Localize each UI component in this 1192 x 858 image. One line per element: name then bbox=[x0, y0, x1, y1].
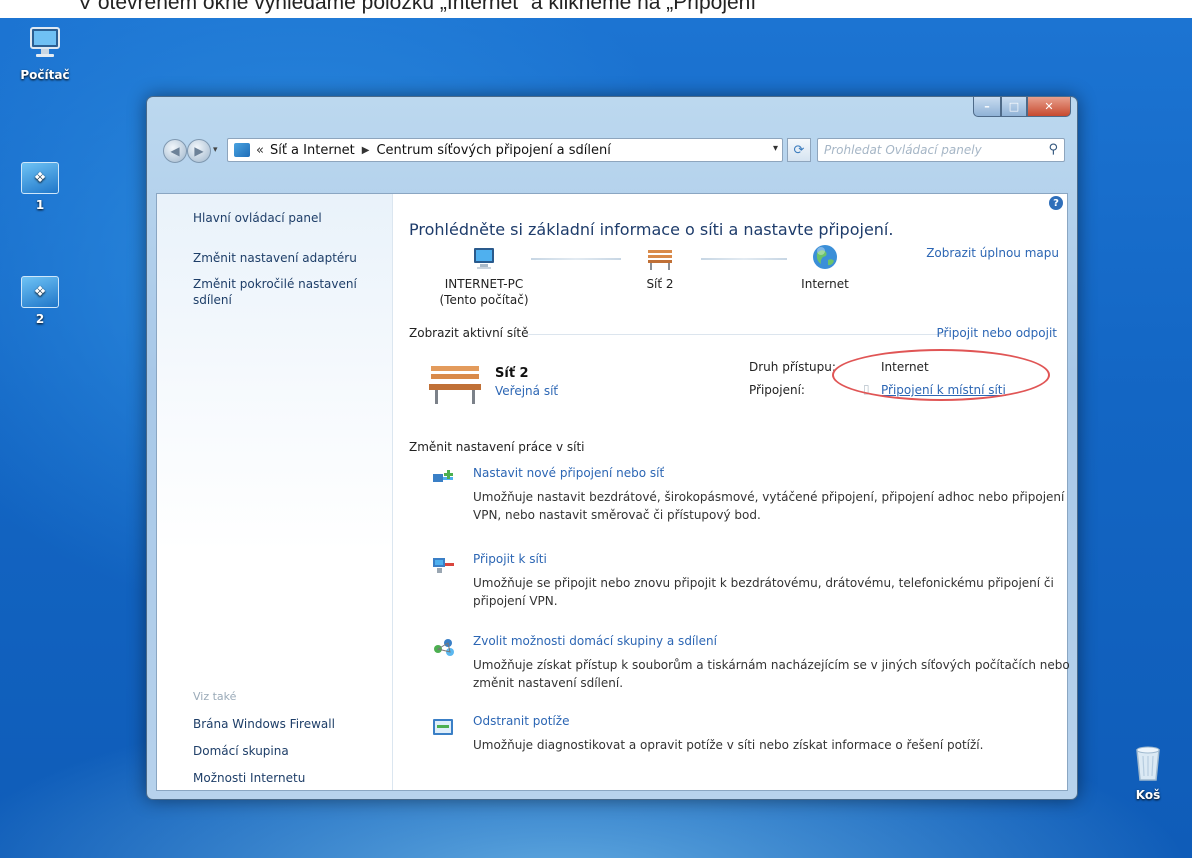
task-description: Umožňuje se připojit nebo znovu připojit… bbox=[473, 576, 1054, 608]
desktop-icon-label: Koš bbox=[1135, 788, 1161, 802]
desktop-icon-1[interactable]: ❖ 1 bbox=[5, 162, 75, 212]
help-icon[interactable]: ? bbox=[1049, 196, 1063, 210]
desktop-icon-computer[interactable]: Počítač bbox=[10, 24, 80, 82]
sidebar-link-advanced-sharing[interactable]: Změnit pokročilé nastavení sdílení bbox=[193, 276, 373, 308]
network-name: Síť 2 bbox=[646, 277, 674, 291]
computer-subtitle: (Tento počítač) bbox=[439, 293, 529, 307]
control-panel-icon bbox=[234, 143, 250, 157]
active-networks-label: Zobrazit aktivní sítě bbox=[409, 326, 529, 340]
desktop-icon-recycle-bin[interactable]: Koš bbox=[1113, 744, 1183, 802]
network-type-link[interactable]: Veřejná síť bbox=[495, 384, 558, 398]
sidebar-link-firewall[interactable]: Brána Windows Firewall bbox=[193, 716, 335, 732]
task-title[interactable]: Nastavit nové připojení nebo síť bbox=[473, 466, 664, 480]
task-title[interactable]: Zvolit možnosti domácí skupiny a sdílení bbox=[473, 634, 717, 648]
breadcrumb-separator-icon[interactable]: ▶ bbox=[362, 145, 370, 156]
sidebar-link-adapter-settings[interactable]: Změnit nastavení adaptéru bbox=[193, 250, 357, 266]
section-divider bbox=[527, 334, 947, 335]
sidebar-link-homegroup[interactable]: Domácí skupina bbox=[193, 743, 289, 759]
computer-name: INTERNET-PC bbox=[444, 277, 524, 291]
page-title: Prohlédněte si základní informace o síti… bbox=[409, 220, 894, 239]
recycle-bin-icon bbox=[1128, 744, 1168, 784]
desktop-icon-label: 1 bbox=[35, 198, 45, 212]
task-title[interactable]: Připojit k síti bbox=[473, 552, 547, 566]
windows-logo-icon: ❖ bbox=[21, 162, 59, 194]
task-sidebar: Hlavní ovládací panel Změnit nastavení a… bbox=[157, 194, 393, 790]
map-connector-line bbox=[531, 258, 621, 260]
address-dropdown-icon[interactable]: ▾ bbox=[773, 143, 778, 154]
search-input[interactable]: Prohledat Ovládací panely ⚲ bbox=[817, 138, 1065, 162]
search-placeholder: Prohledat Ovládací panely bbox=[824, 143, 982, 157]
full-map-link[interactable]: Zobrazit úplnou mapu bbox=[926, 246, 1059, 260]
active-network-name: Síť 2 bbox=[495, 366, 529, 381]
address-prefix[interactable]: « bbox=[256, 143, 264, 158]
change-settings-heading: Změnit nastavení práce v síti bbox=[409, 440, 585, 454]
maximize-button[interactable]: □ bbox=[1001, 97, 1027, 117]
refresh-icon: ⟳ bbox=[793, 142, 805, 158]
breadcrumb-network-internet[interactable]: Síť a Internet bbox=[270, 143, 355, 158]
map-node-internet[interactable]: Internet bbox=[785, 242, 865, 292]
navigation-bar: ◀ ▶ ▾ « Síť a Internet ▶ Centrum síťovýc… bbox=[157, 137, 1067, 165]
see-also-heading: Viz také bbox=[193, 690, 237, 703]
computer-icon bbox=[25, 24, 65, 64]
map-connector-line bbox=[701, 258, 787, 260]
close-button[interactable]: ✕ bbox=[1027, 97, 1071, 117]
back-button[interactable]: ◀ bbox=[163, 139, 187, 163]
access-type-label: Druh přístupu: bbox=[749, 360, 836, 374]
address-bar[interactable]: « Síť a Internet ▶ Centrum síťových přip… bbox=[227, 138, 783, 162]
content-area: Hlavní ovládací panel Změnit nastavení a… bbox=[156, 193, 1070, 791]
connect-disconnect-link[interactable]: Připojit nebo odpojit bbox=[937, 326, 1058, 340]
window-caption-buttons: – □ ✕ bbox=[973, 97, 1071, 117]
sidebar-link-internet-options[interactable]: Možnosti Internetu bbox=[193, 770, 305, 786]
breadcrumb-network-center[interactable]: Centrum síťových připojení a sdílení bbox=[376, 143, 610, 158]
forward-button[interactable]: ▶ bbox=[187, 139, 211, 163]
globe-icon bbox=[813, 245, 837, 269]
internet-label: Internet bbox=[801, 277, 849, 291]
map-node-computer[interactable]: INTERNET-PC (Tento počítač) bbox=[429, 246, 539, 308]
computer-icon bbox=[474, 248, 494, 269]
active-networks-header: Zobrazit aktivní sítě Připojit nebo odpo… bbox=[409, 326, 1057, 342]
sidebar-link-control-panel-home[interactable]: Hlavní ovládací panel bbox=[193, 210, 322, 226]
main-pane: ? Prohlédněte si základní informace o sí… bbox=[393, 194, 1070, 790]
connect-network-icon bbox=[433, 558, 454, 573]
desktop-icon-label: Počítač bbox=[20, 68, 70, 82]
minimize-button[interactable]: – bbox=[973, 97, 1001, 117]
caption-text: V otevřeném okně vyhledáme položku „Inte… bbox=[78, 0, 764, 14]
network-center-window: – □ ✕ ◀ ▶ ▾ « Síť a Internet ▶ Centrum s… bbox=[146, 96, 1078, 800]
connection-label: Připojení: bbox=[749, 383, 805, 397]
annotation-highlight-ellipse bbox=[832, 349, 1050, 401]
document-caption: V otevřeném okně vyhledáme položku „Inte… bbox=[0, 0, 1192, 18]
task-title[interactable]: Odstranit potíže bbox=[473, 714, 569, 728]
desktop: Počítač ❖ 1 ❖ 2 Koš – □ ✕ ◀ ▶ ▾ « Síť a … bbox=[0, 18, 1192, 858]
desktop-icon-label: 2 bbox=[35, 312, 45, 326]
task-description: Umožňuje nastavit bezdrátové, širokopásm… bbox=[473, 490, 1065, 522]
windows-logo-icon: ❖ bbox=[21, 276, 59, 308]
task-description: Umožňuje diagnostikovat a opravit potíže… bbox=[473, 738, 984, 752]
task-description: Umožňuje získat přístup k souborům a tis… bbox=[473, 658, 1070, 690]
desktop-icon-2[interactable]: ❖ 2 bbox=[5, 276, 75, 326]
public-network-bench-icon bbox=[648, 250, 672, 270]
new-connection-icon bbox=[433, 470, 453, 482]
search-icon[interactable]: ⚲ bbox=[1048, 142, 1058, 157]
history-dropdown-icon[interactable]: ▾ bbox=[213, 145, 218, 155]
network-bench-icon bbox=[427, 362, 483, 410]
homegroup-icon bbox=[434, 639, 454, 656]
map-node-network[interactable]: Síť 2 bbox=[625, 246, 695, 292]
refresh-button[interactable]: ⟳ bbox=[787, 138, 811, 162]
troubleshoot-icon bbox=[433, 719, 453, 735]
